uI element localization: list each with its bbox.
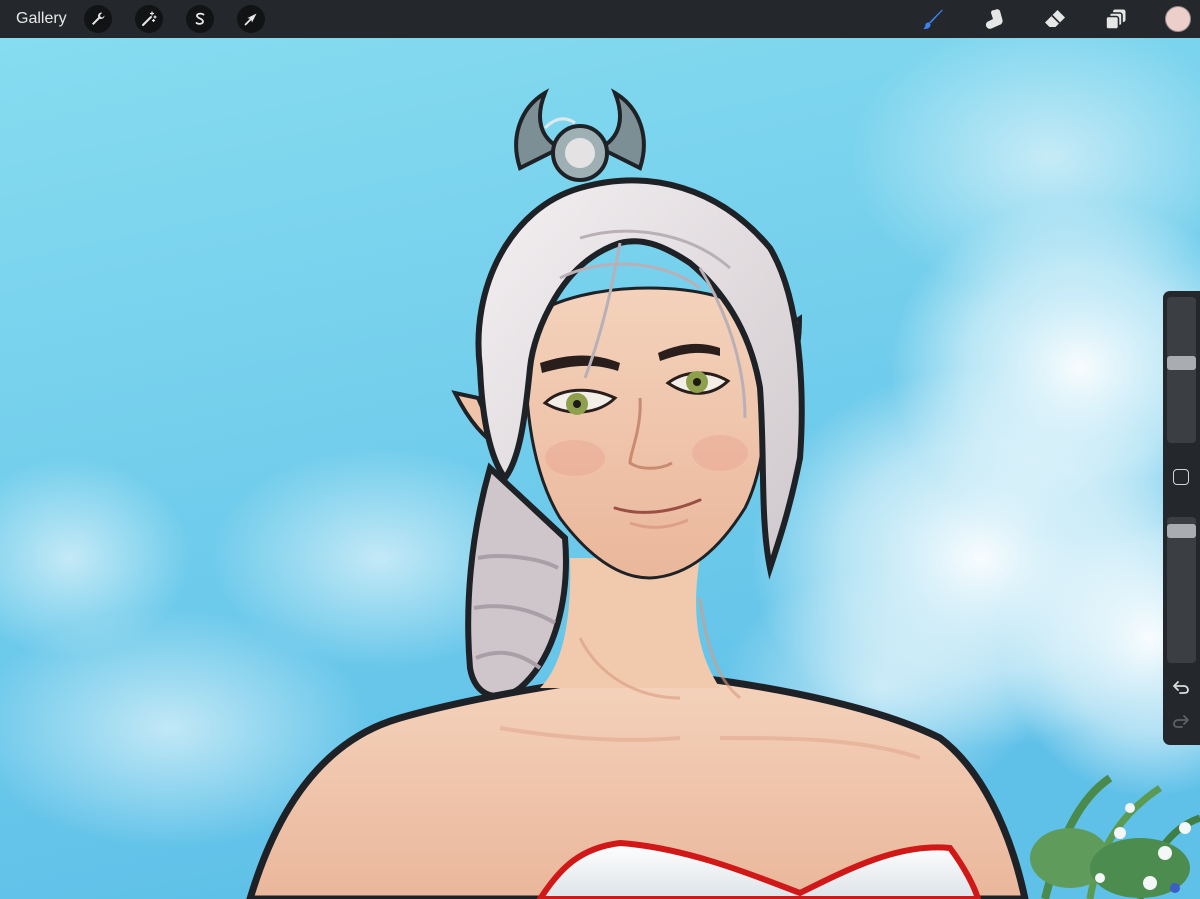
eraser-tool-button[interactable] <box>1040 4 1070 34</box>
drawing-canvas[interactable] <box>0 38 1200 899</box>
canvas-artwork <box>0 38 1200 899</box>
smudge-finger-icon <box>985 9 1003 29</box>
top-toolbar: Gallery <box>0 0 1200 38</box>
layers-icon <box>1105 9 1126 30</box>
selection-button[interactable] <box>186 5 214 33</box>
transform-button[interactable] <box>237 5 265 33</box>
brush-size-slider[interactable] <box>1167 297 1196 443</box>
arrow-cursor-icon <box>244 13 257 26</box>
procreate-app: Gallery <box>0 0 1200 899</box>
eraser-icon <box>1045 10 1065 27</box>
adjustments-button[interactable] <box>135 5 163 33</box>
selection-s-icon <box>195 12 205 25</box>
undo-arrow-icon[interactable] <box>1171 677 1191 697</box>
side-bar <box>1163 291 1200 745</box>
gallery-button[interactable]: Gallery <box>16 9 67 29</box>
layers-button[interactable] <box>1101 4 1131 34</box>
magic-wand-icon <box>142 11 157 26</box>
smudge-tool-button[interactable] <box>979 4 1009 34</box>
color-picker-swatch[interactable] <box>1165 6 1191 32</box>
brush-size-thumb[interactable] <box>1167 356 1196 370</box>
actions-button[interactable] <box>84 5 112 33</box>
redo-arrow-icon[interactable] <box>1171 711 1191 731</box>
square-modify-icon[interactable] <box>1173 469 1189 485</box>
brush-icon <box>923 9 943 29</box>
opacity-thumb[interactable] <box>1167 524 1196 538</box>
wrench-icon <box>92 12 105 25</box>
brush-tool-button[interactable] <box>918 4 948 34</box>
opacity-slider[interactable] <box>1167 517 1196 663</box>
